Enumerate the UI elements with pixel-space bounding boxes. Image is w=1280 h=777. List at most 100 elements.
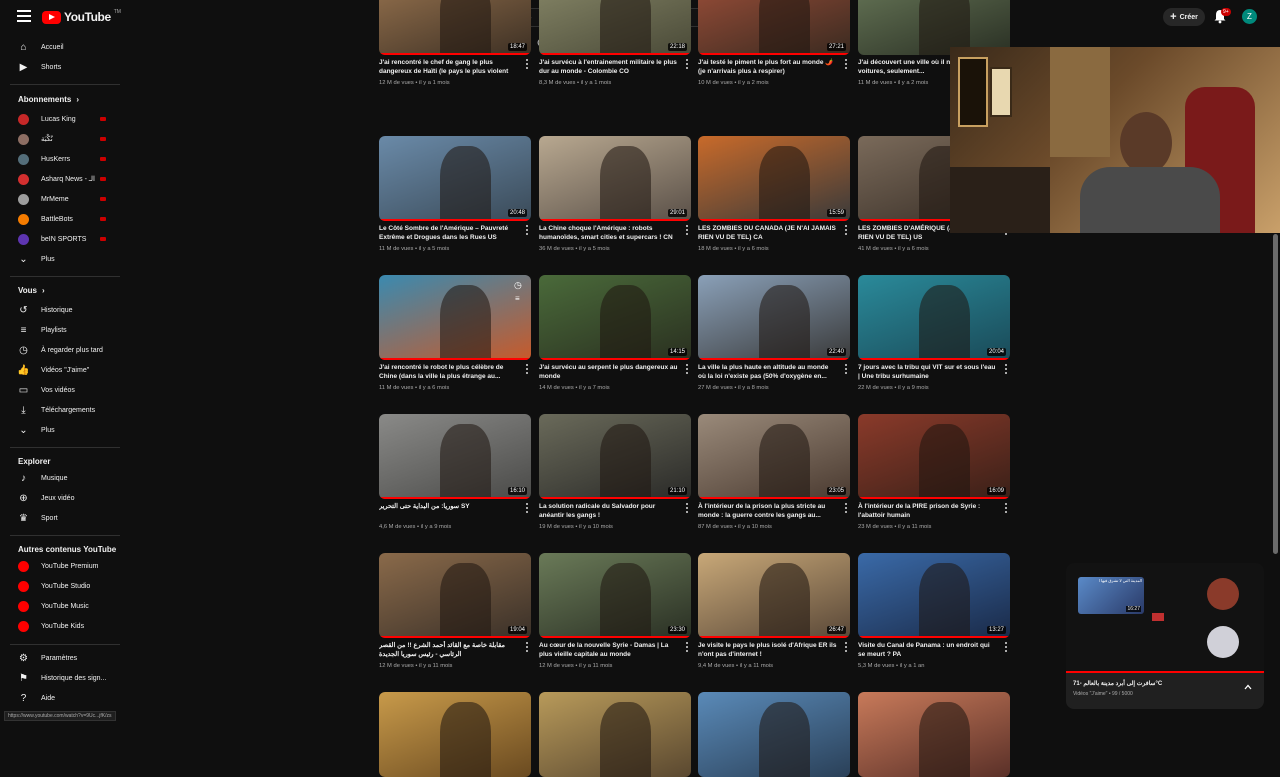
more-options-icon[interactable] <box>524 503 530 513</box>
video-thumbnail[interactable]: 22:18 <box>539 0 691 55</box>
video-title[interactable]: سوريا: من البداية حتى التحرير SY <box>379 502 519 520</box>
more-options-icon[interactable] <box>843 59 849 69</box>
more-options-icon[interactable] <box>843 225 849 235</box>
video-thumbnail[interactable]: 27:21 <box>698 0 850 55</box>
more-options-icon[interactable] <box>1003 503 1009 513</box>
video-thumbnail[interactable]: 16:10 <box>379 414 531 499</box>
more-options-icon[interactable] <box>684 642 690 652</box>
video-thumbnail[interactable] <box>379 692 531 777</box>
video-title[interactable]: Au cœur de la nouvelle Syrie - Damas | L… <box>539 641 679 659</box>
video-thumbnail[interactable]: 13:27 <box>858 553 1010 638</box>
video-title[interactable]: À l'intérieur de la PIRE prison de Syrie… <box>858 502 998 520</box>
sidebar-item[interactable]: ≡ Playlists <box>18 321 118 339</box>
miniplayer[interactable]: المدينة التي لا تشرق فيها ا 16:27 سافرت … <box>1066 563 1264 709</box>
account-avatar[interactable]: Z <box>1242 9 1257 24</box>
sidebar-item[interactable]: ⊕ Jeux vidéo <box>18 489 118 507</box>
video-thumbnail[interactable]: 29:01 <box>539 136 691 221</box>
more-options-icon[interactable] <box>843 364 849 374</box>
miniplayer-thumbnail[interactable]: المدينة التي لا تشرق فيها ا 16:27 <box>1078 577 1144 614</box>
video-duration: 13:27 <box>986 626 1006 634</box>
video-title[interactable]: À l'intérieur de la prison la plus stric… <box>698 502 838 520</box>
sidebar-item[interactable]: ⌄ Plus <box>18 250 118 268</box>
video-title[interactable]: مقابلة خاصة مع القائد أحمد الشرع !! من ا… <box>379 641 519 659</box>
sidebar-item-label: Accueil <box>41 43 64 51</box>
video-thumbnail[interactable] <box>379 275 531 360</box>
video-title[interactable]: La Chine choque l'Amérique : robots huma… <box>539 224 679 242</box>
more-options-icon[interactable] <box>524 59 530 69</box>
video-title[interactable]: LES ZOMBIES DU CANADA (JE N'AI JAMAIS RI… <box>698 224 838 242</box>
video-title[interactable]: J'ai rencontré le chef de gang le plus d… <box>379 58 519 76</box>
sidebar-item[interactable]: ◷ À regarder plus tard <box>18 341 118 359</box>
sidebar-item[interactable]: YouTube Kids <box>18 617 118 635</box>
youtube-logo[interactable]: YouTube TM <box>42 9 121 24</box>
sidebar-item[interactable]: ? Aide <box>18 689 118 707</box>
video-title[interactable]: La solution radicale du Salvador pour an… <box>539 502 679 520</box>
video-thumbnail[interactable] <box>698 692 850 777</box>
video-title[interactable]: Le Côté Sombre de l'Amérique – Pauvreté … <box>379 224 519 242</box>
sidebar-item[interactable]: ⚙ Paramètres <box>18 649 118 667</box>
more-options-icon[interactable] <box>843 642 849 652</box>
sidebar-item[interactable]: ♪ Musique <box>18 469 118 487</box>
sidebar-item[interactable]: ⚑ Historique des sign... <box>18 669 118 687</box>
video-thumbnail[interactable]: 26:47 <box>698 553 850 638</box>
video-thumbnail[interactable]: 18:47 <box>379 0 531 55</box>
video-thumbnail[interactable]: 16:09 <box>858 414 1010 499</box>
scrollbar[interactable] <box>1273 234 1278 554</box>
video-thumbnail[interactable]: 19:04 <box>379 553 531 638</box>
more-options-icon[interactable] <box>1003 364 1009 374</box>
sidebar-item[interactable]: ↺ Historique <box>18 301 118 319</box>
more-options-icon[interactable] <box>1003 642 1009 652</box>
sidebar-item[interactable]: ♛ Sport <box>18 509 118 527</box>
add-to-queue-icon[interactable]: ≡ <box>515 294 520 303</box>
more-options-icon[interactable] <box>524 225 530 235</box>
sidebar-item[interactable]: ▭ Vos vidéos <box>18 381 118 399</box>
sidebar-item[interactable]: YouTube Studio <box>18 577 118 595</box>
video-title[interactable]: J'ai survécu à l'entrainement militaire … <box>539 58 679 76</box>
watched-progress-bar <box>698 53 850 55</box>
more-options-icon[interactable] <box>524 642 530 652</box>
more-options-icon[interactable] <box>684 503 690 513</box>
video-thumbnail[interactable]: 22:40 <box>698 275 850 360</box>
more-options-icon[interactable] <box>684 59 690 69</box>
video-title[interactable]: J'ai rencontré le robot le plus célèbre … <box>379 363 519 381</box>
more-options-icon[interactable] <box>843 503 849 513</box>
video-meta: 14 M de vues • il y a 7 mois <box>539 385 610 391</box>
video-thumbnail[interactable]: 23:30 <box>539 553 691 638</box>
video-title[interactable]: La ville la plus haute en altitude au mo… <box>698 363 838 381</box>
sidebar-item-label: YouTube Music <box>41 602 89 610</box>
sidebar-item-label: Téléchargements <box>41 406 96 414</box>
sidebar-item[interactable]: ⌄ Plus <box>18 421 118 439</box>
video-title[interactable]: Je visite le pays le plus isolé d'Afriqu… <box>698 641 838 659</box>
video-thumbnail[interactable]: 21:10 <box>539 414 691 499</box>
video-title[interactable]: 7 jours avec la tribu qui VIT sur et sou… <box>858 363 998 381</box>
watch-later-icon[interactable]: ◷ <box>514 280 522 291</box>
video-title[interactable]: J'ai testé le piment le plus fort au mon… <box>698 58 838 76</box>
you-heading[interactable]: Vous › <box>18 286 45 295</box>
video-thumbnail[interactable]: 20:48 <box>379 136 531 221</box>
video-meta: 11 M de vues • il y a 5 mois <box>379 246 450 252</box>
more-options-icon[interactable] <box>684 364 690 374</box>
sidebar-item[interactable]: ⌂ Accueil <box>18 38 118 56</box>
sidebar-item[interactable]: YouTube Music <box>18 597 118 615</box>
video-thumbnail[interactable] <box>539 692 691 777</box>
channel-avatar <box>18 113 29 125</box>
video-thumbnail[interactable]: 23:05 <box>698 414 850 499</box>
video-thumbnail[interactable]: 14:15 <box>539 275 691 360</box>
sidebar-item-label: Lucas King <box>41 115 76 123</box>
sidebar-item[interactable]: ▶ Shorts <box>18 58 118 76</box>
sidebar-item[interactable]: 👍 Vidéos "J'aime" <box>17 361 118 379</box>
create-button[interactable]: + Créer <box>1163 8 1205 26</box>
sidebar-item[interactable]: ⤓ Téléchargements <box>18 401 118 419</box>
video-thumbnail[interactable] <box>858 692 1010 777</box>
chevron-up-icon[interactable] <box>1244 684 1252 690</box>
more-options-icon[interactable] <box>524 364 530 374</box>
video-title[interactable]: J'ai survécu au serpent le plus dangereu… <box>539 363 679 381</box>
menu-icon[interactable] <box>17 10 31 22</box>
video-title[interactable]: Visite du Canal de Panama : un endroit q… <box>858 641 998 659</box>
subscriptions-heading[interactable]: Abonnements › <box>18 95 79 104</box>
video-thumbnail[interactable]: 15:59 <box>698 136 850 221</box>
more-options-icon[interactable] <box>684 225 690 235</box>
sidebar-item[interactable]: YouTube Premium <box>18 557 118 575</box>
video-thumbnail[interactable]: 20:04 <box>858 275 1010 360</box>
help-icon: ? <box>20 692 27 704</box>
